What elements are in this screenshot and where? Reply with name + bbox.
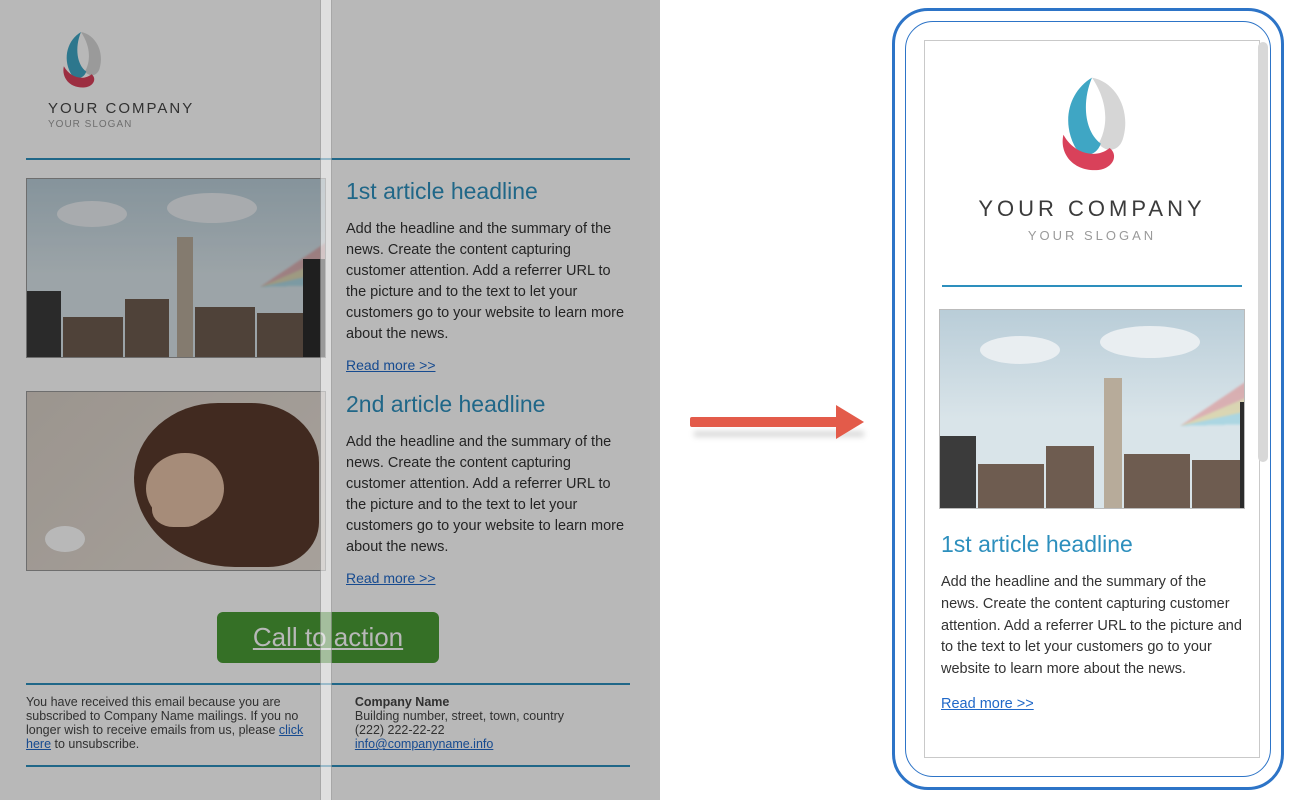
article-1-image[interactable] xyxy=(26,178,326,358)
article-2: 2nd article headline Add the headline an… xyxy=(18,391,638,604)
divider xyxy=(26,765,630,767)
footer-email-link[interactable]: info@companyname.info xyxy=(355,737,493,751)
unsubscribe-pre: You have received this email because you… xyxy=(26,695,298,737)
mobile-article-image[interactable] xyxy=(939,309,1245,509)
email-footer: You have received this email because you… xyxy=(18,695,638,751)
company-name: YOUR COMPANY xyxy=(935,196,1249,222)
article-2-image[interactable] xyxy=(26,391,326,571)
mobile-article-headline: 1st article headline xyxy=(941,531,1243,558)
article-2-headline: 2nd article headline xyxy=(346,391,630,418)
mobile-article-summary: Add the headline and the summary of the … xyxy=(941,572,1243,681)
company-name: YOUR COMPANY xyxy=(48,100,194,117)
footer-address: Building number, street, town, country xyxy=(355,709,630,723)
company-logo-icon xyxy=(48,28,114,94)
company-slogan: YOUR SLOGAN xyxy=(48,119,132,130)
arrow-icon xyxy=(690,405,870,439)
article-1-read-more-link[interactable]: Read more >> xyxy=(346,357,436,373)
divider xyxy=(942,285,1242,287)
company-logo-icon xyxy=(1037,71,1147,181)
divider xyxy=(26,158,630,160)
article-2-summary: Add the headline and the summary of the … xyxy=(346,432,630,558)
mobile-preview-frame: YOUR COMPANY YOUR SLOGAN xyxy=(892,8,1284,790)
unsubscribe-text: You have received this email because you… xyxy=(26,695,315,751)
article-1-summary: Add the headline and the summary of the … xyxy=(346,219,630,345)
unsubscribe-post: to unsubscribe. xyxy=(51,737,139,751)
article-1-headline: 1st article headline xyxy=(346,178,630,205)
scrollbar[interactable] xyxy=(1258,42,1268,462)
logo-block: YOUR COMPANY YOUR SLOGAN xyxy=(18,10,638,140)
footer-company-name: Company Name xyxy=(355,695,630,709)
article-2-read-more-link[interactable]: Read more >> xyxy=(346,570,436,586)
desktop-preview: YOUR COMPANY YOUR SLOGAN xyxy=(0,0,660,800)
cta-button[interactable]: Call to action xyxy=(217,612,439,663)
footer-phone: (222) 222-22-22 xyxy=(355,723,630,737)
company-slogan: YOUR SLOGAN xyxy=(935,228,1249,243)
mobile-viewport[interactable]: YOUR COMPANY YOUR SLOGAN xyxy=(924,40,1260,758)
divider xyxy=(26,683,630,685)
mobile-read-more-link[interactable]: Read more >> xyxy=(941,696,1034,712)
logo-block: YOUR COMPANY YOUR SLOGAN xyxy=(925,41,1259,259)
article-1: 1st article headline Add the headline an… xyxy=(18,178,638,391)
